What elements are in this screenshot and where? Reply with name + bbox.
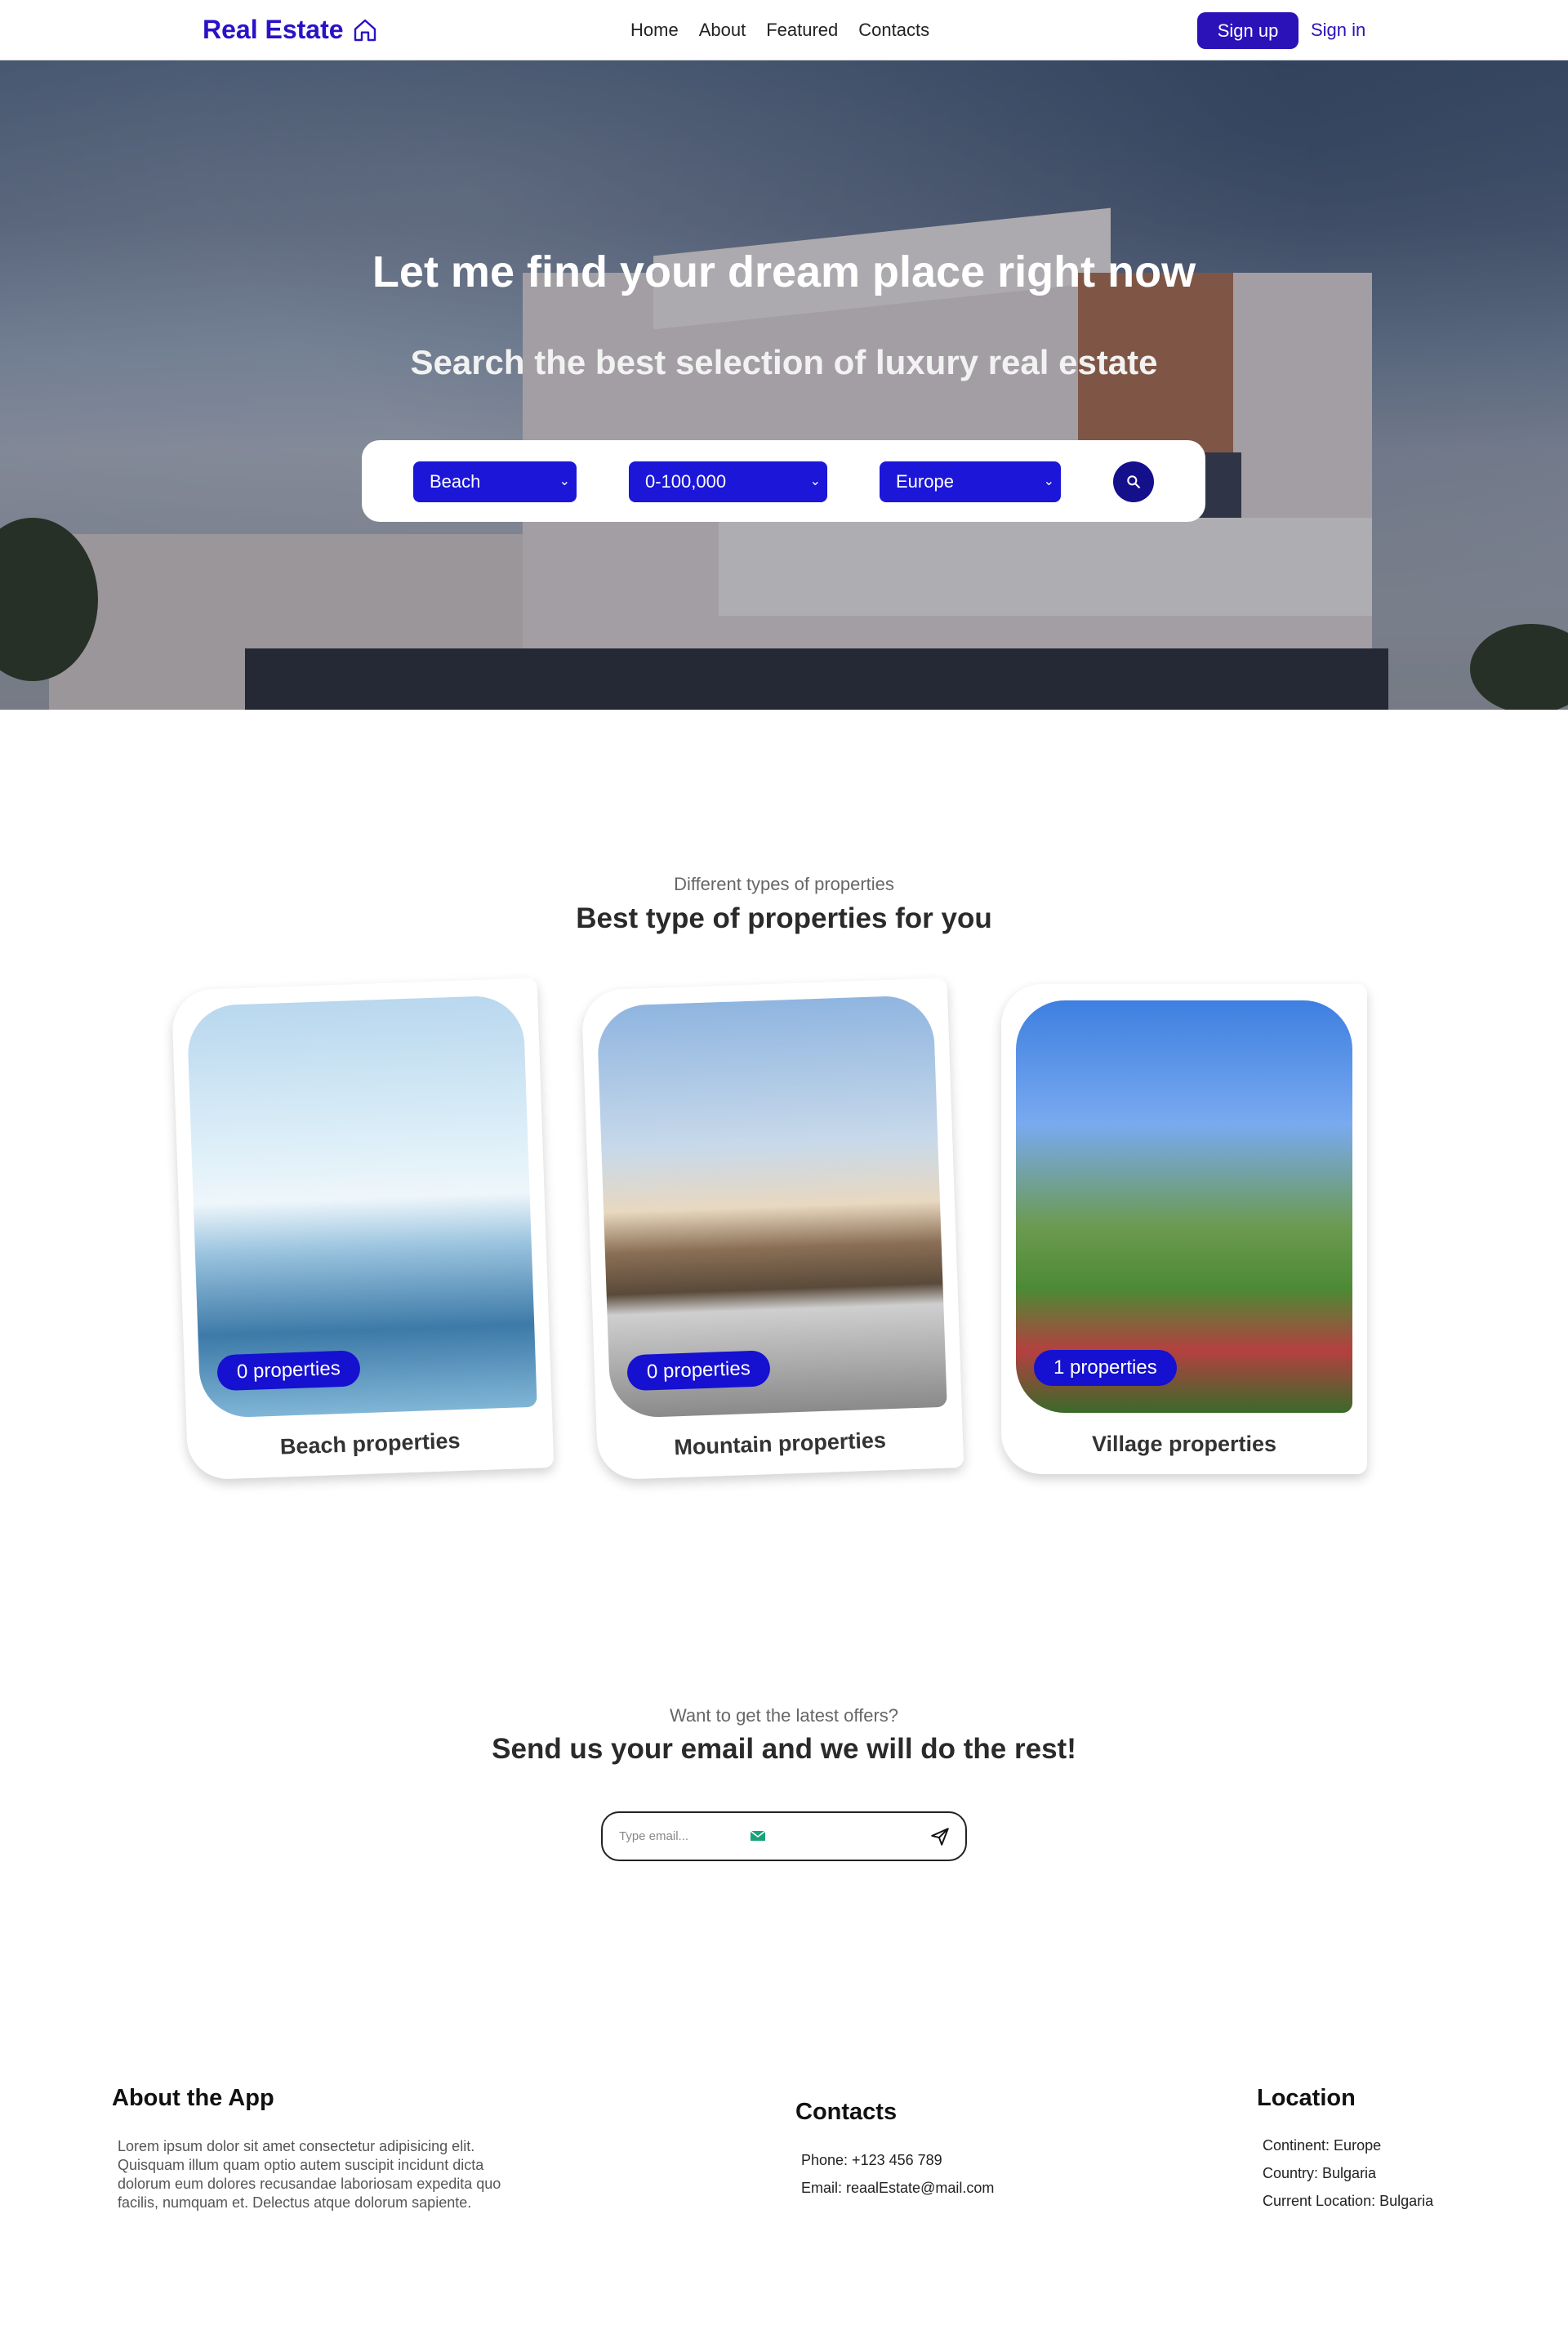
hero-overlay [0,60,1568,710]
hero-section: Let me find your dream place right now S… [0,60,1568,710]
price-select[interactable]: 0-100,000 ⌄ [629,461,827,502]
beach-card-label: Beach properties [279,1428,461,1459]
beach-count-badge: 0 properties [216,1350,361,1392]
price-select-value: 0-100,000 [645,471,727,492]
nav-link-about[interactable]: About [699,20,746,41]
footer-about-line: dolorum eum dolores recusandae laboriosa… [118,2176,501,2192]
chevron-down-icon: ⌄ [809,474,821,488]
nav-link-featured[interactable]: Featured [766,20,838,41]
types-kicker: Different types of properties [674,874,894,894]
email-input[interactable]: Type email... [601,1811,967,1861]
types-title: Best type of properties for you [576,902,992,934]
footer-phone: Phone: +123 456 789 [801,2152,942,2168]
footer-contacts-heading: Contacts [795,2099,898,2125]
signup-button[interactable]: Sign up [1197,12,1298,49]
chevron-down-icon: ⌄ [1043,474,1054,488]
footer-about-line: facilis, numquam et. Delectus atque dolo… [118,2194,472,2211]
footer-current-location: Current Location: Bulgaria [1263,2193,1434,2209]
newsletter-title: Send us your email and we will do the re… [492,1733,1076,1765]
logo-text[interactable]: Real Estate [203,15,344,45]
newsletter-kicker: Want to get the latest offers? [669,1705,899,1726]
footer-about-heading: About the App [112,2085,274,2111]
beach-card[interactable]: 0 properties Beach properties [171,978,555,1481]
mountain-count-badge: 0 properties [626,1350,771,1392]
email-icon [750,1830,766,1841]
hero-subtitle: Search the best selection of luxury real… [410,343,1158,381]
village-count-badge: 1 properties [1034,1350,1177,1386]
region-select[interactable]: Europe ⌄ [880,461,1061,502]
nav-link-contacts[interactable]: Contacts [858,20,929,41]
nav-link-home[interactable]: Home [630,20,679,41]
chevron-down-icon: ⌄ [559,474,570,488]
search-button[interactable] [1113,461,1154,502]
top-navbar: Real Estate Home About Featured Contacts… [0,0,1568,60]
village-card[interactable]: 1 properties Village properties [1001,984,1367,1474]
region-select-value: Europe [896,471,954,492]
email-placeholder: Type email... [619,1829,689,1843]
hero-title: Let me find your dream place right now [372,247,1196,296]
type-select-value: Beach [430,471,481,492]
footer-country: Country: Bulgaria [1263,2165,1377,2181]
footer-email[interactable]: Email: reaalEstate@mail.com [801,2180,994,2197]
footer-about-line: Lorem ipsum dolor sit amet consectetur a… [118,2138,475,2154]
send-icon[interactable] [929,1826,951,1847]
logo[interactable]: Real Estate [203,15,378,45]
nav-links: Home About Featured Contacts [630,20,929,41]
village-card-label: Village properties [1091,1432,1277,1456]
footer-continent: Continent: Europe [1263,2137,1382,2154]
type-select[interactable]: Beach ⌄ [413,461,577,502]
mountain-card[interactable]: 0 properties Mountain properties [581,978,964,1481]
mountain-card-label: Mountain properties [673,1428,887,1460]
search-bar: Beach ⌄ 0-100,000 ⌄ Europe ⌄ [362,440,1205,522]
footer-about-line: Quisquam illum quam optio autem suscipit… [118,2157,484,2173]
signin-link[interactable]: Sign in [1311,20,1365,41]
home-icon [354,19,376,41]
footer-about-text: Lorem ipsum dolor sit amet consectetur a… [118,2137,501,2212]
search-icon [1127,475,1141,489]
footer-location-heading: Location [1257,2085,1356,2111]
